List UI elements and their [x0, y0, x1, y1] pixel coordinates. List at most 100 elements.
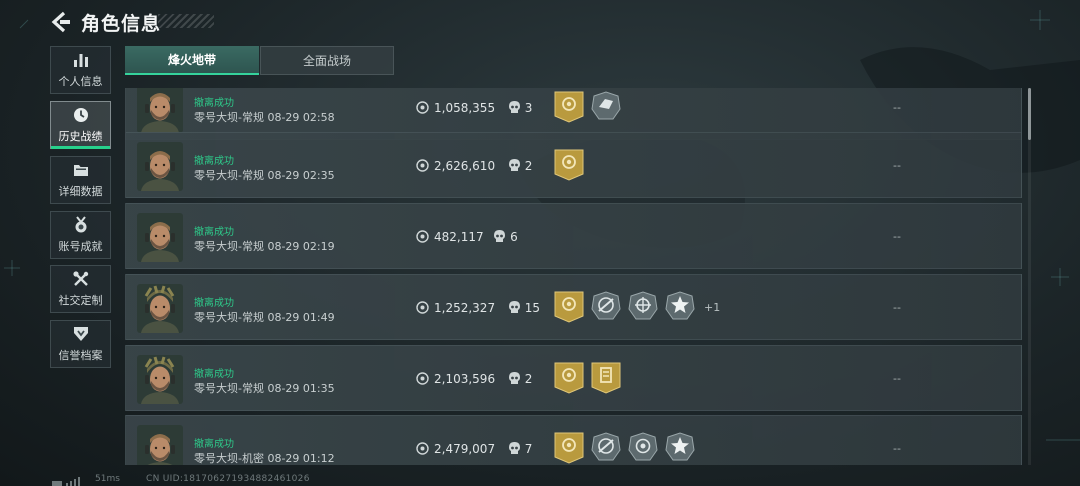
match-record-row[interactable]: 撤离成功零号大坝-常规 08-29 02:35 2,626,610 2 -- — [125, 132, 1022, 198]
skull-icon — [494, 230, 506, 242]
match-record-row[interactable]: 撤离成功零号大坝-常规 08-29 02:19 482,117 6 -- — [125, 203, 1022, 269]
player-avatar — [137, 213, 183, 262]
more-badges-count[interactable]: +1 — [704, 301, 720, 314]
medal-icon — [75, 216, 86, 233]
skull-icon — [508, 372, 520, 384]
silver-target-badge[interactable] — [628, 432, 658, 464]
bar-chart-icon — [73, 54, 88, 67]
sidebar-item-reputation[interactable]: 信誉档案 — [50, 320, 111, 368]
gold-card-badge[interactable] — [591, 362, 621, 394]
skull-icon — [508, 101, 520, 113]
badge-list — [554, 149, 584, 181]
kill-count: 2 — [524, 372, 533, 386]
gold-coin-badge[interactable] — [554, 149, 584, 181]
silver-rifle-badge[interactable] — [591, 291, 621, 323]
signal-icon — [52, 477, 80, 486]
sidebar-item-label: 个人信息 — [58, 75, 103, 88]
map-and-time: 零号大坝-常规 08-29 02:19 — [194, 240, 335, 253]
sidebar-item-social-custom[interactable]: 社交定制 — [50, 265, 111, 313]
match-record-row[interactable]: 撤离成功零号大坝-常规 08-29 01:35 2,103,596 2 -- — [125, 345, 1022, 411]
loot-value: 2,103,596 — [434, 372, 496, 386]
clock-icon — [73, 108, 88, 122]
sidebar-item-personal-info[interactable]: 个人信息 — [50, 46, 111, 94]
sidebar-item-achievements[interactable]: 账号成就 — [50, 211, 111, 259]
match-result: -- — [893, 159, 901, 172]
player-avatar — [137, 355, 183, 404]
sidebar-item-label: 历史战绩 — [58, 130, 103, 143]
map-and-time: 零号大坝-常规 08-29 01:35 — [194, 382, 335, 395]
user-uid: CN UID:181706271934882461026 — [146, 474, 310, 484]
silver-rifle-badge[interactable] — [591, 432, 621, 464]
sidebar-item-label: 详细数据 — [58, 185, 103, 198]
sidebar-item-label: 账号成就 — [58, 240, 103, 253]
skull-icon — [508, 442, 520, 454]
kill-count: 7 — [524, 442, 533, 456]
gold-coin-badge[interactable] — [554, 91, 584, 123]
match-result: -- — [893, 442, 901, 455]
map-and-time: 零号大坝-常规 08-29 02:58 — [194, 111, 335, 124]
loot-value: 1,058,355 — [434, 101, 496, 115]
badge-list: +1 — [554, 291, 720, 323]
scrollbar[interactable] — [1028, 88, 1031, 465]
tools-icon — [72, 271, 88, 286]
extraction-status: 撤离成功 — [194, 298, 234, 309]
shield-badge-icon — [73, 327, 88, 341]
gold-coin-badge[interactable] — [554, 362, 584, 394]
match-result: -- — [893, 230, 901, 243]
extraction-status: 撤离成功 — [194, 439, 234, 450]
sidebar-item-detailed-data[interactable]: 详细数据 — [50, 156, 111, 204]
title-decoration — [158, 14, 214, 28]
player-avatar — [137, 425, 183, 465]
sidebar-item-label: 社交定制 — [58, 294, 103, 307]
match-record-row[interactable]: 撤离成功零号大坝-常规 08-29 01:49 1,252,327 15 +1 -- — [125, 274, 1022, 340]
tab-full-battlefield[interactable]: 全面战场 — [260, 46, 394, 75]
silver-crosshair-badge[interactable] — [628, 291, 658, 323]
loot-value: 1,252,327 — [434, 301, 496, 315]
badge-list — [554, 91, 621, 123]
coin-icon — [416, 101, 429, 114]
extraction-status: 撤离成功 — [194, 98, 234, 109]
page-title: 角色信息 — [81, 13, 162, 35]
kill-count: 2 — [524, 159, 533, 173]
loot-value: 482,117 — [434, 230, 484, 244]
coin-icon — [416, 442, 429, 455]
player-avatar — [137, 284, 183, 333]
skull-icon — [508, 159, 520, 171]
kill-count: 3 — [524, 101, 533, 115]
match-result: -- — [893, 301, 901, 314]
badge-list — [554, 432, 695, 464]
match-history-list[interactable]: 撤离成功 零号大坝-常规 08-29 02:58 1,058,355 3 -- 撤离成功… — [125, 88, 1022, 465]
silver-hand-badge[interactable] — [591, 91, 621, 123]
badge-list — [554, 362, 621, 394]
sidebar-item-match-history[interactable]: 历史战绩 — [50, 101, 111, 149]
skull-icon — [508, 301, 520, 313]
map-and-time: 零号大坝-机密 08-29 01:12 — [194, 452, 335, 465]
coin-icon — [416, 301, 429, 314]
loot-value: 2,479,007 — [434, 442, 496, 456]
extraction-status: 撤离成功 — [194, 227, 234, 238]
match-result: -- — [893, 372, 901, 385]
silver-star-badge[interactable] — [665, 432, 695, 464]
back-arrow-icon[interactable] — [50, 10, 72, 34]
ping-readout: 51ms — [95, 474, 120, 484]
scrollbar-thumb[interactable] — [1028, 88, 1031, 140]
coin-icon — [416, 372, 429, 385]
kill-count: 15 — [524, 301, 540, 315]
tab-beacon-zone[interactable]: 烽火地带 — [125, 46, 259, 75]
map-and-time: 零号大坝-常规 08-29 01:49 — [194, 311, 335, 324]
match-record-row[interactable]: 撤离成功零号大坝-机密 08-29 01:12 2,479,007 7 -- — [125, 415, 1022, 465]
coin-icon — [416, 230, 429, 243]
gold-coin-badge[interactable] — [554, 432, 584, 464]
loot-value: 2,626,610 — [434, 159, 496, 173]
folder-icon — [73, 165, 88, 176]
gold-coin-badge[interactable] — [554, 291, 584, 323]
silver-star-badge[interactable] — [665, 291, 695, 323]
match-result: -- — [893, 101, 901, 114]
sidebar-item-label: 信誉档案 — [58, 349, 103, 362]
map-and-time: 零号大坝-常规 08-29 02:35 — [194, 169, 335, 182]
extraction-status: 撤离成功 — [194, 156, 234, 167]
player-avatar — [137, 88, 183, 133]
kill-count: 6 — [510, 230, 518, 244]
player-avatar — [137, 142, 183, 191]
extraction-status: 撤离成功 — [194, 369, 234, 380]
